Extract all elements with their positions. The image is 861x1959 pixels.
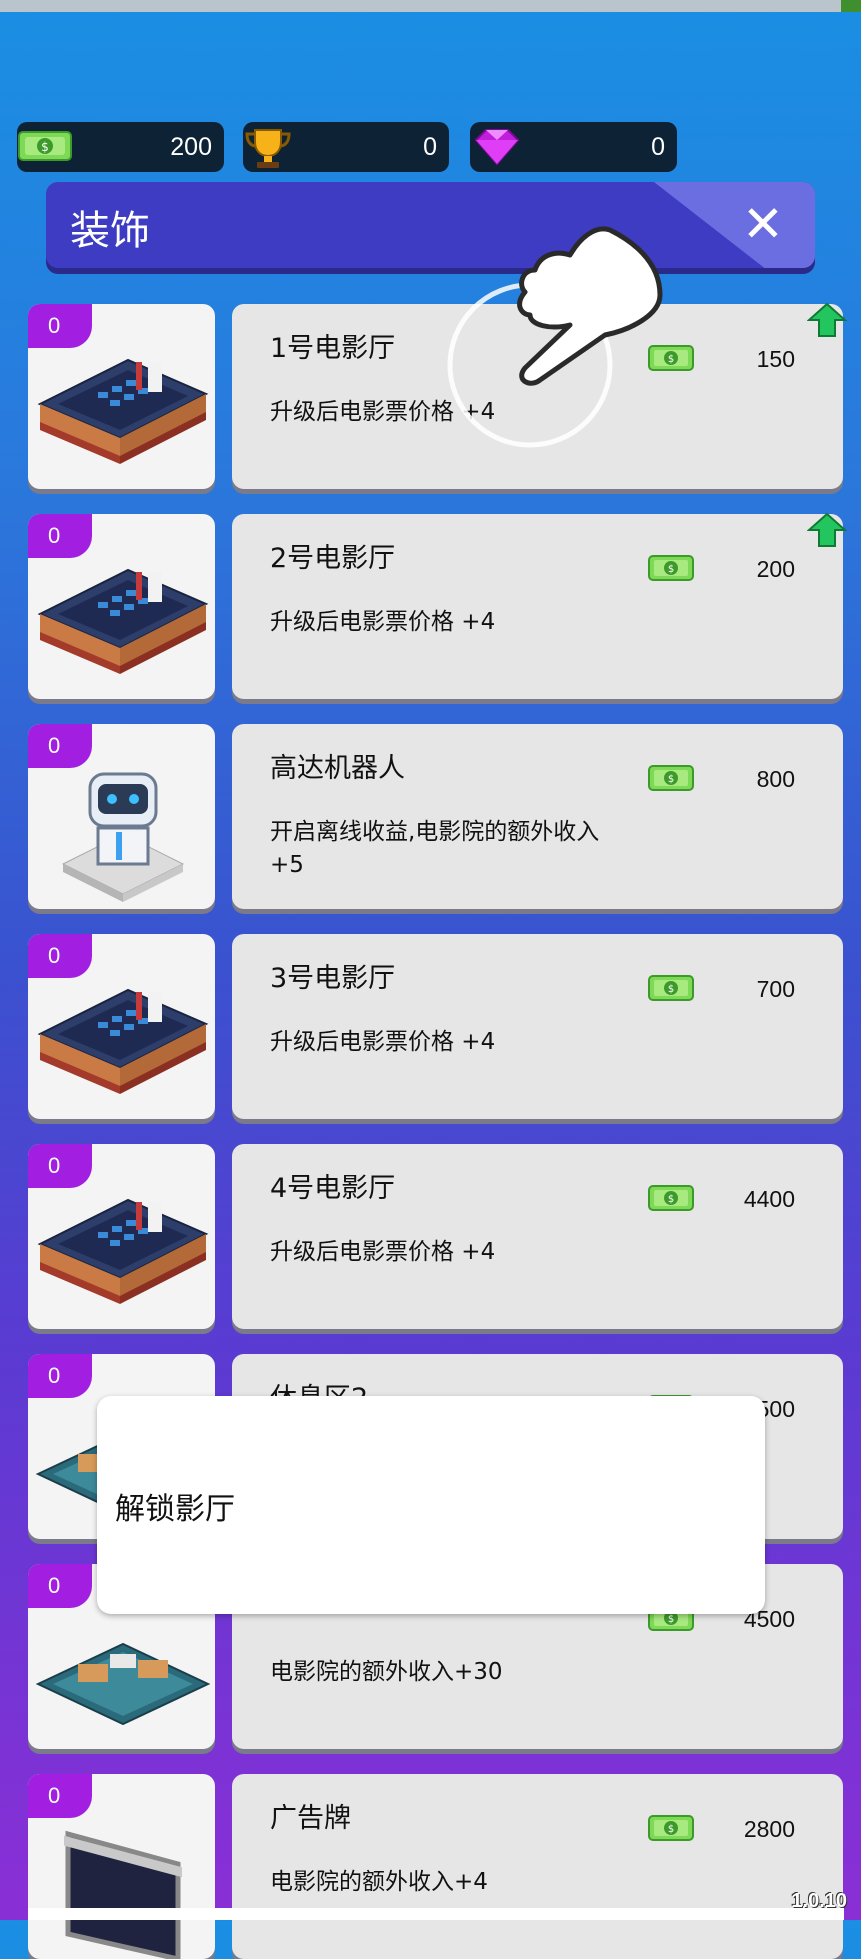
trophy-counter: 0 [243,122,449,172]
svg-text:$: $ [668,1824,674,1835]
item-thumbnail[interactable]: 0 [28,724,215,909]
item-card[interactable]: 2号电影厅升级后电影票价格 +4 $200 [232,512,847,699]
item-description: 电影院的额外收入+30 [270,1659,503,1685]
cash-icon: $ [648,765,694,791]
item-count-badge: 0 [28,514,92,558]
svg-text:$: $ [668,984,674,995]
item-card[interactable]: 4号电影厅升级后电影票价格 +4 $4400 [232,1144,843,1329]
item-card[interactable]: 3号电影厅升级后电影票价格 +4 $700 [232,934,843,1119]
top-strip [0,0,861,12]
trophy-icon [245,129,291,168]
item-description: 电影院的额外收入+4 [270,1869,488,1895]
item-thumbnail[interactable]: 0 [28,934,215,1119]
svg-text:$: $ [668,774,674,785]
item-thumbnail[interactable]: 0 [28,1774,215,1959]
gem-icon [474,129,520,166]
item-description: 升级后电影票价格 +4 [270,1239,496,1265]
item-description: 开启离线收益,电影院的额外收入 +5 [270,819,600,878]
item-count-badge: 0 [28,724,92,768]
trophy-value: 0 [423,133,437,161]
gem-value: 0 [651,133,665,161]
cash-value: 200 [170,133,212,161]
item-count-badge: 0 [28,1564,92,1608]
item-card[interactable]: 高达机器人开启离线收益,电影院的额外收入 +5 $800 [232,724,843,909]
item-name: 1号电影厅 [270,333,396,364]
upgrade-arrow-icon [807,512,847,547]
item-count-badge: 0 [28,1144,92,1188]
item-price: 700 [756,976,795,1002]
item-description: 升级后电影票价格 +4 [270,1029,496,1055]
popup-text: 解锁影厅 [115,1492,235,1527]
item-count-badge: 0 [28,1774,92,1818]
top-strip-accent [841,0,861,12]
item-description: 升级后电影票价格 +4 [270,609,496,635]
cash-icon: $ [648,1185,694,1211]
item-name: 广告牌 [270,1803,351,1834]
svg-text:$: $ [668,564,674,575]
bottom-bar [28,1908,844,1920]
cash-icon: $ [648,1815,694,1841]
item-card[interactable]: 广告牌电影院的额外收入+4 $2800 [232,1774,843,1959]
cash-counter: $ 200 [17,122,224,172]
item-thumbnail[interactable]: 0 [28,304,215,489]
cash-icon: $ [18,131,72,161]
item-thumbnail[interactable]: 0 [28,1144,215,1329]
tutorial-hand-icon [447,226,663,448]
close-button[interactable]: ✕ [737,198,789,250]
cash-icon: $ [648,975,694,1001]
gem-counter: 0 [470,122,677,172]
panel-title: 装饰 [70,208,150,254]
item-name: 4号电影厅 [270,1173,396,1204]
svg-text:$: $ [668,1614,674,1625]
svg-text:$: $ [668,1194,674,1205]
item-count-badge: 0 [28,1354,92,1398]
item-name: 2号电影厅 [270,543,396,574]
item-name: 3号电影厅 [270,963,396,994]
svg-text:$: $ [41,140,49,154]
cash-icon: $ [648,555,694,581]
item-price: 150 [756,346,795,372]
item-thumbnail[interactable]: 0 [28,514,215,699]
item-price: 4400 [743,1186,795,1212]
item-count-badge: 0 [28,304,92,348]
upgrade-arrow-icon [807,302,847,337]
item-price: 800 [756,766,795,792]
item-count-badge: 0 [28,934,92,978]
toast-popup: 解锁影厅 [97,1396,765,1614]
item-name: 高达机器人 [270,753,405,784]
item-price: 200 [756,556,795,582]
item-price: 2800 [743,1816,795,1842]
